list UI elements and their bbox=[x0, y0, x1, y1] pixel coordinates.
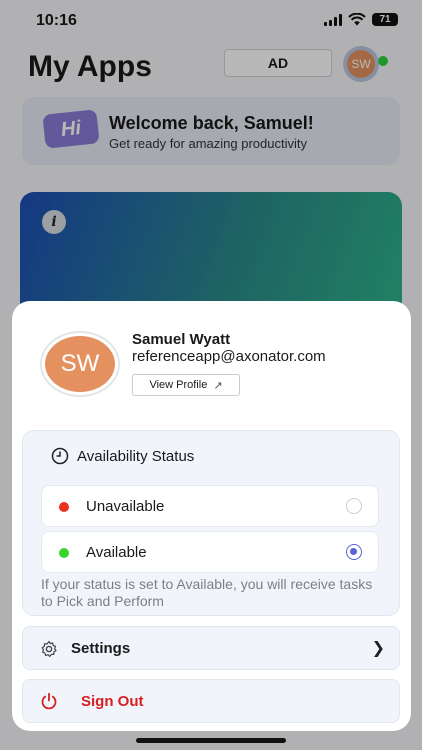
sign-out-label: Sign Out bbox=[81, 693, 144, 710]
availability-title: Availability Status bbox=[77, 447, 195, 465]
profile-avatar: SW bbox=[40, 331, 120, 397]
status-label: Unavailable bbox=[86, 498, 165, 515]
profile-sheet: SW Samuel Wyatt referenceapp@axonator.co… bbox=[12, 301, 411, 731]
profile-email: referenceapp@axonator.com bbox=[132, 348, 326, 365]
sign-out-button[interactable]: Sign Out bbox=[22, 679, 400, 723]
profile-name: Samuel Wyatt bbox=[132, 331, 231, 348]
availability-card: Availability Status Unavailable Availabl… bbox=[22, 430, 400, 616]
available-radio[interactable] bbox=[346, 544, 362, 560]
view-profile-label: View Profile bbox=[149, 379, 208, 391]
gear-icon bbox=[41, 640, 57, 657]
availability-header: Availability Status bbox=[51, 447, 194, 465]
settings-label: Settings bbox=[71, 640, 131, 657]
settings-button[interactable]: Settings ❯ bbox=[22, 626, 400, 670]
status-option-unavailable[interactable]: Unavailable bbox=[41, 485, 379, 527]
view-profile-button[interactable]: View Profile ↗ bbox=[132, 374, 240, 396]
profile-initials: SW bbox=[45, 336, 115, 392]
status-option-available[interactable]: Available bbox=[41, 531, 379, 573]
unavailable-radio[interactable] bbox=[346, 498, 362, 514]
unavailable-dot bbox=[59, 502, 69, 512]
available-dot bbox=[59, 548, 69, 558]
power-icon bbox=[41, 692, 57, 710]
clock-icon bbox=[51, 447, 69, 465]
home-indicator[interactable] bbox=[136, 738, 286, 743]
availability-note: If your status is set to Available, you … bbox=[41, 576, 373, 609]
chevron-right-icon: ❯ bbox=[371, 640, 385, 657]
status-label: Available bbox=[86, 544, 147, 561]
external-arrow-icon: ↗ bbox=[213, 379, 223, 392]
